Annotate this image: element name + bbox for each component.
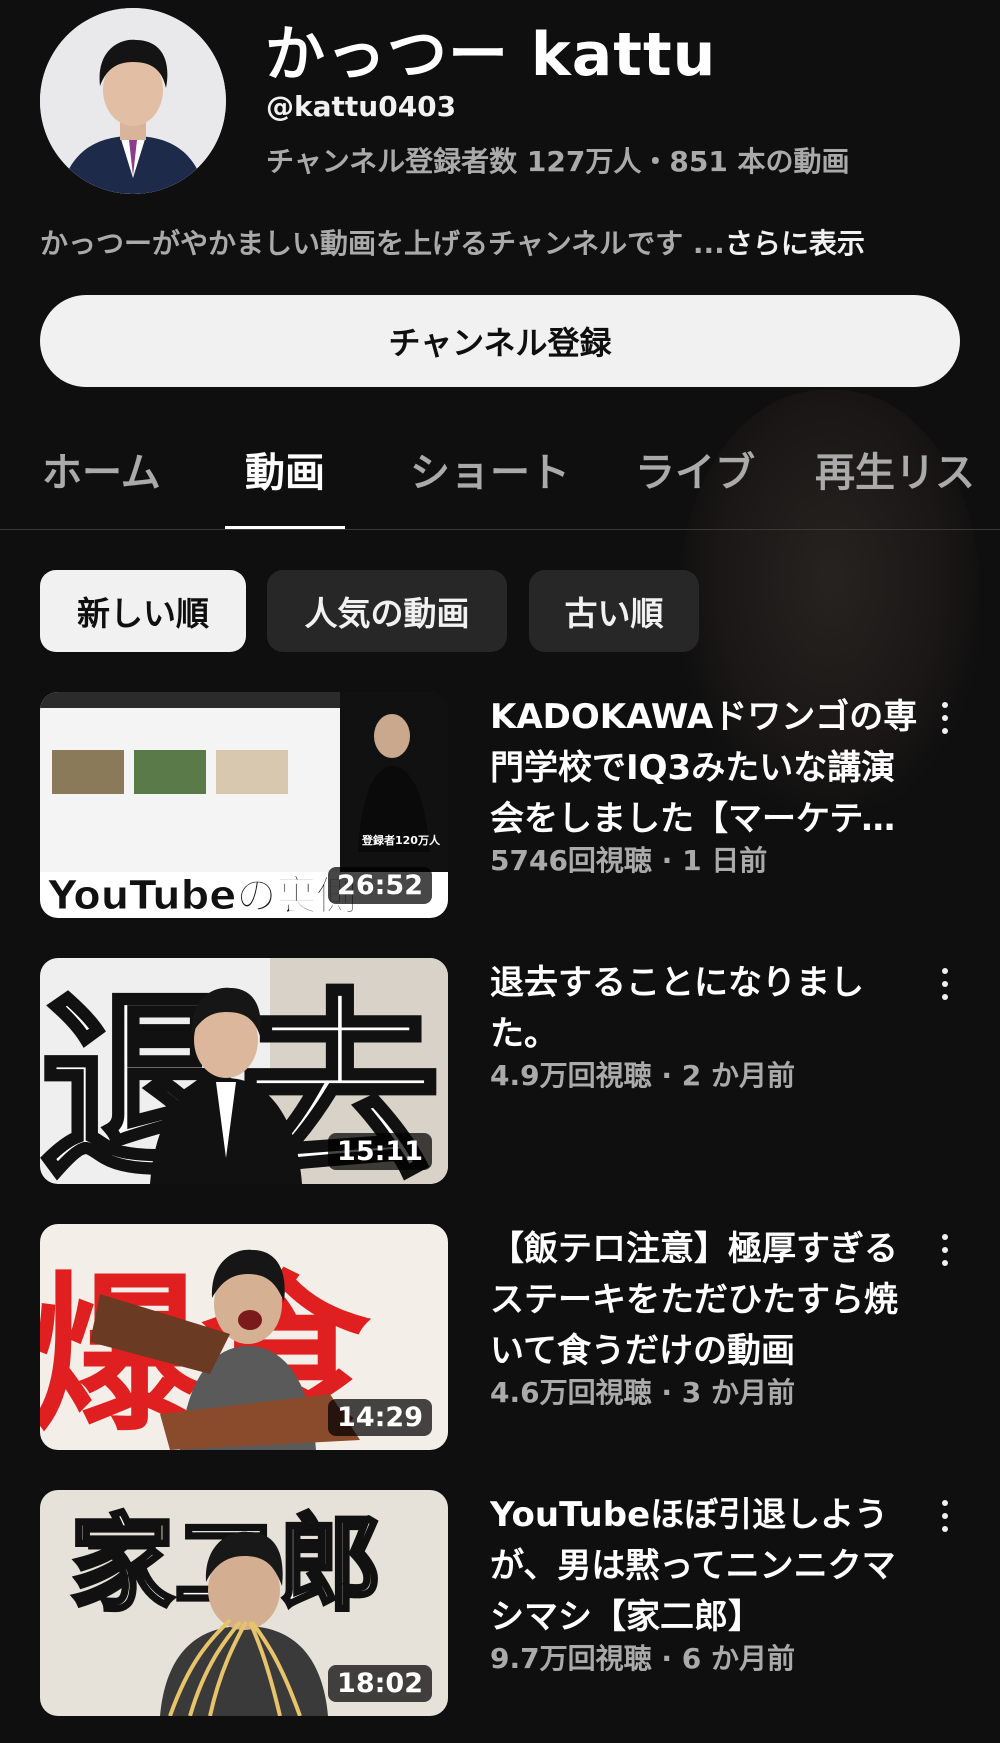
- video-item[interactable]: 爆食 14:29 【飯テロ注意】極厚すぎるステーキをただひたすら焼いて食うだけの…: [40, 1224, 960, 1450]
- chip-oldest[interactable]: 古い順: [529, 570, 699, 652]
- video-info: YouTubeほぼ引退しようが、男は黙ってニンニクマシマシ【家二郎】 9.7万回…: [490, 1490, 920, 1677]
- tab-playlists[interactable]: 再生リス: [815, 440, 975, 529]
- more-options-icon[interactable]: [930, 1496, 960, 1536]
- video-thumbnail[interactable]: 爆食 14:29: [40, 1224, 448, 1450]
- video-title[interactable]: 【飯テロ注意】極厚すぎるステーキをただひたすら焼いて食うだけの動画: [490, 1224, 920, 1377]
- video-meta: 4.9万回視聴 · 2 か月前: [490, 1059, 795, 1092]
- video-duration: 18:02: [328, 1665, 432, 1702]
- thumb-text-1: YouTubeの裏側: [47, 873, 356, 918]
- video-duration: 14:29: [328, 1399, 432, 1436]
- chip-popular[interactable]: 人気の動画: [267, 570, 507, 652]
- channel-handle: @kattu0403: [266, 90, 457, 123]
- tab-videos[interactable]: 動画: [225, 440, 345, 529]
- channel-name: かっつー kattu: [265, 20, 717, 90]
- video-thumbnail[interactable]: 家二郎 18:02: [40, 1490, 448, 1716]
- more-options-icon[interactable]: [930, 964, 960, 1004]
- avatar-portrait-icon: [40, 8, 226, 194]
- tab-home[interactable]: ホーム: [42, 440, 161, 529]
- video-duration: 15:11: [328, 1133, 432, 1170]
- video-item[interactable]: YouTubeの裏側 登録者120万人 26:52 KADOKAWAドワンゴの専…: [40, 692, 960, 918]
- thumb-sub-1: 登録者120万人: [361, 833, 441, 847]
- video-info: KADOKAWAドワンゴの専門学校でIQ3みたいな講演会をしました【マーケティン…: [490, 692, 920, 879]
- video-item[interactable]: 退去 15:11 退去することになりました。 4.9万回視聴 · 2 か月前: [40, 958, 960, 1184]
- video-meta: 5746回視聴 · 1 日前: [490, 844, 768, 877]
- description-text: かっつーがやかましい動画を上げるチャンネルです ...: [40, 227, 725, 260]
- channel-tabs: ホーム 動画 ショート ライブ 再生リス: [0, 420, 1000, 530]
- video-title[interactable]: 退去することになりました。: [490, 958, 920, 1060]
- video-meta: 9.7万回視聴 · 6 か月前: [490, 1642, 795, 1675]
- video-title[interactable]: KADOKAWAドワンゴの専門学校でIQ3みたいな講演会をしました【マーケティン…: [490, 692, 920, 845]
- channel-description[interactable]: かっつーがやかましい動画を上げるチャンネルです ...さらに表示: [40, 222, 865, 262]
- chip-newest[interactable]: 新しい順: [40, 570, 246, 652]
- video-meta: 4.6万回視聴 · 3 か月前: [490, 1376, 795, 1409]
- video-duration: 26:52: [328, 867, 432, 904]
- video-thumbnail[interactable]: 退去 15:11: [40, 958, 448, 1184]
- channel-stats: チャンネル登録者数 127万人・851 本の動画: [266, 145, 850, 178]
- video-title[interactable]: YouTubeほぼ引退しようが、男は黙ってニンニクマシマシ【家二郎】: [490, 1490, 920, 1643]
- tab-live[interactable]: ライブ: [635, 440, 755, 529]
- video-thumbnail[interactable]: YouTubeの裏側 登録者120万人 26:52: [40, 692, 448, 918]
- channel-avatar[interactable]: [40, 8, 226, 194]
- more-options-icon[interactable]: [930, 698, 960, 738]
- video-info: 退去することになりました。 4.9万回視聴 · 2 か月前: [490, 958, 920, 1094]
- subscribe-button[interactable]: チャンネル登録: [40, 295, 960, 387]
- video-info: 【飯テロ注意】極厚すぎるステーキをただひたすら焼いて食うだけの動画 4.6万回視…: [490, 1224, 920, 1411]
- show-more-link[interactable]: さらに表示: [725, 227, 865, 260]
- more-options-icon[interactable]: [930, 1230, 960, 1270]
- tab-shorts[interactable]: ショート: [410, 440, 570, 529]
- video-item[interactable]: 家二郎 18:02 YouTubeほぼ引退しようが、男は黙ってニンニクマシマシ【…: [40, 1490, 960, 1716]
